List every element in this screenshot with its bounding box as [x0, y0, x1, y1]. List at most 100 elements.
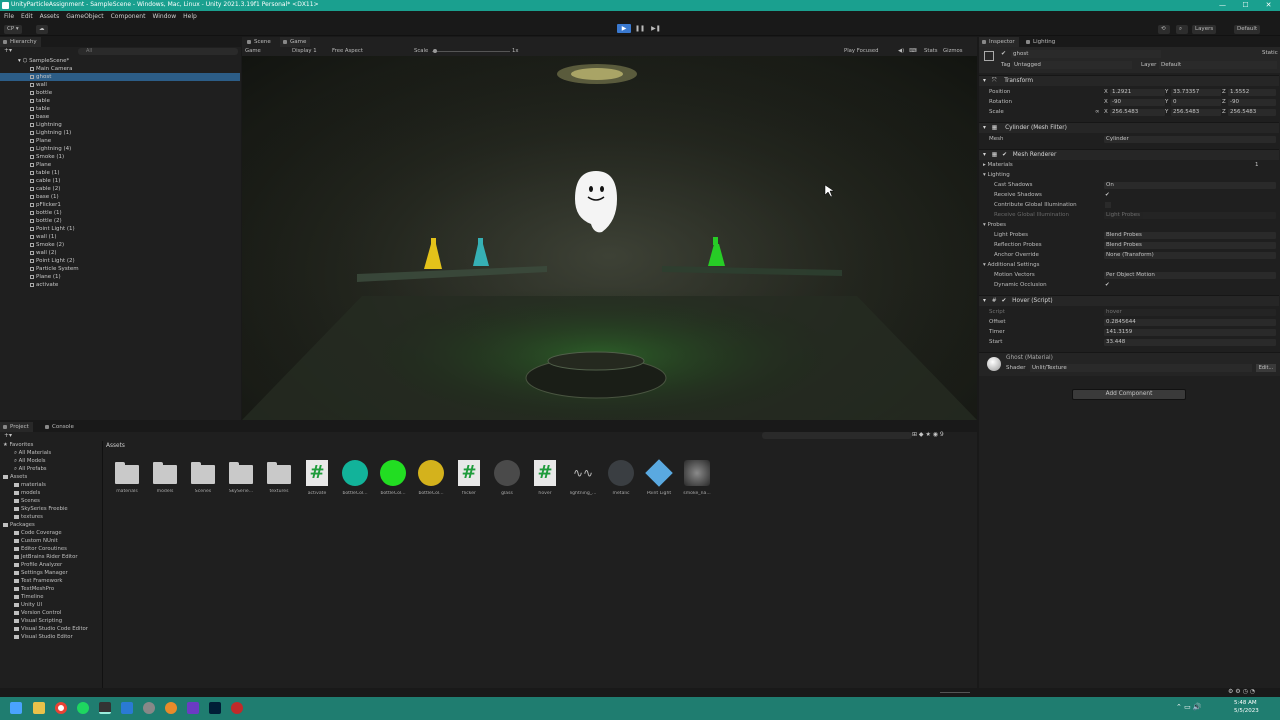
layer-dropdown[interactable]: Default — [1159, 61, 1277, 69]
asset-tile[interactable]: glass — [490, 460, 524, 500]
maximize-button[interactable]: ☐ — [1234, 0, 1257, 11]
hierarchy-item[interactable]: Lightning — [0, 121, 62, 129]
rotation-x-field[interactable]: -90 — [1110, 99, 1165, 106]
hierarchy-item[interactable]: activate — [0, 281, 58, 289]
asset-tile[interactable]: models — [148, 460, 182, 500]
account-dropdown[interactable]: CP ▾ — [4, 25, 22, 34]
favorite-item[interactable]: ⌕ All Prefabs — [0, 465, 47, 473]
tab-scene[interactable]: Scene — [244, 37, 275, 47]
receive-shadows-checkbox[interactable]: ✔ — [1105, 191, 1110, 200]
active-checkbox[interactable]: ✔ — [1001, 50, 1006, 57]
lighting-section[interactable]: ▾ Lighting — [979, 171, 1279, 180]
hierarchy-item[interactable]: Lightning (4) — [0, 145, 71, 153]
enabled-checkbox[interactable]: ✔ — [1001, 298, 1006, 304]
tab-console[interactable]: Console — [42, 422, 78, 432]
hierarchy-item[interactable]: Lightning (1) — [0, 129, 71, 137]
transform-header[interactable]: ▾ ⤧ Transform — [979, 75, 1279, 86]
clock-time[interactable]: 5:48 AM — [1234, 700, 1257, 706]
package-item[interactable]: Settings Manager — [0, 569, 68, 577]
spotify-icon[interactable] — [77, 702, 89, 714]
hierarchy-item[interactable]: Smoke (1) — [0, 153, 64, 161]
assets-breadcrumb[interactable]: Assets — [106, 443, 125, 449]
asset-tile[interactable]: textures — [262, 460, 296, 500]
create-asset-icon[interactable]: +▾ — [4, 432, 12, 439]
hierarchy-item[interactable]: cable (2) — [0, 185, 60, 193]
position-z-field[interactable]: 1.5552 — [1228, 89, 1276, 96]
hierarchy-item[interactable]: table (1) — [0, 169, 59, 177]
tab-hierarchy[interactable]: Hierarchy — [0, 37, 41, 47]
play-focused-dropdown[interactable]: Play Focused — [844, 47, 878, 56]
hierarchy-item[interactable]: base — [0, 113, 49, 121]
step-button[interactable]: ▶❚ — [649, 24, 663, 33]
package-item[interactable]: Profile Analyzer — [0, 561, 62, 569]
scale-x-field[interactable]: 256.5483 — [1110, 109, 1165, 116]
link-icon[interactable]: ∞ — [1095, 108, 1100, 117]
asset-tile[interactable]: metalic — [604, 460, 638, 500]
position-y-field[interactable]: 33.73357 — [1171, 89, 1221, 96]
asset-folder-item[interactable]: SkySeries Freebie — [0, 505, 68, 513]
package-item[interactable]: Visual Scripting — [0, 617, 62, 625]
notepad-icon[interactable] — [121, 702, 133, 714]
reflection-probes-dropdown[interactable]: Blend Probes — [1104, 242, 1276, 249]
package-item[interactable]: TextMeshPro — [0, 585, 54, 593]
tray-icons[interactable]: ⌃ ▭ 🔊 — [1176, 703, 1202, 711]
rotation-z-field[interactable]: -90 — [1228, 99, 1276, 106]
hierarchy-item[interactable]: bottle — [0, 89, 52, 97]
package-item[interactable]: Version Control — [0, 609, 61, 617]
additional-settings-section[interactable]: ▾ Additional Settings — [979, 261, 1279, 270]
package-item[interactable]: Test Framework — [0, 577, 62, 585]
menu-help[interactable]: Help — [183, 11, 197, 22]
game-viewport[interactable] — [242, 56, 977, 420]
tab-project[interactable]: Project — [0, 422, 33, 432]
tab-game[interactable]: Game — [280, 37, 311, 47]
package-item[interactable]: Timeline — [0, 593, 44, 601]
asset-tile[interactable]: # hover — [528, 460, 562, 500]
rotation-y-field[interactable]: 0 — [1171, 99, 1221, 106]
cloud-icon[interactable]: ☁ — [36, 25, 48, 34]
asset-tile[interactable]: ∿∿ lightning_... — [566, 460, 600, 500]
asset-tile[interactable]: Scenes — [186, 460, 220, 500]
asset-folder-item[interactable]: materials — [0, 481, 46, 489]
scale-slider-handle[interactable] — [433, 49, 437, 53]
add-icon[interactable]: +▾ — [4, 47, 12, 54]
unity-hub-icon[interactable] — [99, 702, 111, 714]
hierarchy-item[interactable]: Plane — [0, 161, 51, 169]
hierarchy-item[interactable]: wall (2) — [0, 249, 56, 257]
package-item[interactable]: Visual Studio Editor — [0, 633, 73, 641]
gizmos-dropdown[interactable]: Gizmos — [943, 47, 963, 56]
package-item[interactable]: Editor Coroutines — [0, 545, 67, 553]
asset-tile[interactable]: Point Light — [642, 459, 676, 500]
menu-component[interactable]: Component — [111, 11, 146, 22]
hierarchy-item[interactable]: ghost — [0, 73, 240, 81]
object-name-field[interactable]: ghost — [1011, 50, 1161, 58]
project-search-input[interactable] — [762, 432, 912, 439]
package-item[interactable]: Custom NUnit — [0, 537, 58, 545]
probes-section[interactable]: ▾ Probes — [979, 221, 1279, 230]
hierarchy-item[interactable]: wall — [0, 81, 47, 89]
hierarchy-search-input[interactable]: All — [78, 48, 238, 55]
favorites-section[interactable]: ★ Favorites — [0, 441, 33, 449]
scale-y-field[interactable]: 256.5483 — [1171, 109, 1221, 116]
scale-z-field[interactable]: 256.5483 — [1228, 109, 1276, 116]
asset-folder-item[interactable]: models — [0, 489, 40, 497]
recorder-icon[interactable] — [231, 702, 243, 714]
layout-dropdown[interactable]: Default — [1234, 25, 1261, 34]
hierarchy-item[interactable]: bottle (1) — [0, 209, 62, 217]
stats-button[interactable]: Stats — [924, 47, 938, 56]
edit-shader-button[interactable]: Edit... — [1256, 364, 1276, 372]
package-item[interactable]: JetBrains Rider Editor — [0, 553, 78, 561]
add-component-button[interactable]: Add Component — [1072, 389, 1186, 400]
file-explorer-icon[interactable] — [33, 702, 45, 714]
minimize-button[interactable]: — — [1211, 0, 1234, 11]
photoshop-icon[interactable] — [209, 702, 221, 714]
package-item[interactable]: Unity UI — [0, 601, 42, 609]
asset-tile[interactable]: bottleCol... — [338, 460, 372, 500]
hierarchy-item[interactable]: base (1) — [0, 193, 59, 201]
static-toggle[interactable]: Static — [1262, 50, 1278, 56]
dynamic-occlusion-checkbox[interactable]: ✔ — [1105, 281, 1110, 290]
light-probes-dropdown[interactable]: Blend Probes — [1104, 232, 1276, 239]
hierarchy-item[interactable]: Particle System — [0, 265, 79, 273]
visual-studio-icon[interactable] — [187, 702, 199, 714]
menu-gameobject[interactable]: GameObject — [66, 11, 103, 22]
menu-window[interactable]: Window — [152, 11, 176, 22]
